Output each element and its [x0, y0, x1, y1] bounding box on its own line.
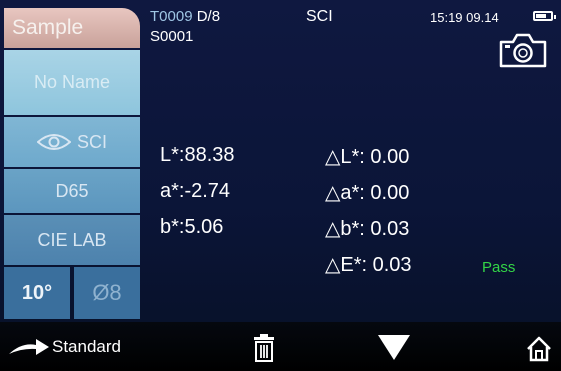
delta-e-value: △E*: 0.03 [325, 254, 412, 276]
time-label: 15:19 [430, 10, 463, 25]
sample-name-button[interactable]: No Name [4, 50, 140, 115]
delta-l-value: △L*: 0.00 [325, 146, 410, 168]
sample-tab-label: Sample [12, 16, 84, 39]
color-space-button[interactable]: CIE LAB [4, 215, 140, 265]
l-value: L*:88.38 [160, 144, 235, 166]
camera-icon[interactable] [498, 31, 548, 69]
triangle-down-icon[interactable] [377, 333, 411, 361]
battery-level [536, 14, 546, 18]
pass-status: Pass [482, 259, 516, 276]
b-value: b*:5.06 [160, 216, 224, 238]
sample-name-label: No Name [33, 72, 111, 92]
mode-indicator: SCI [306, 8, 333, 25]
delta-a-value: △a*: 0.00 [325, 182, 410, 204]
sample-tab[interactable]: Sample [4, 8, 140, 48]
geometry-label: D/8 [196, 8, 221, 25]
a-value: a*:-2.74 [160, 180, 231, 202]
eye-icon [36, 134, 71, 150]
battery-icon [533, 11, 556, 21]
aperture-label: Ø8 [92, 280, 122, 305]
illuminant-button[interactable]: D65 [4, 169, 140, 213]
date-label: 09.14 [466, 10, 499, 25]
measurement-mode-button[interactable]: SCI [4, 117, 140, 167]
standard-button-label: Standard [52, 337, 121, 356]
arrow-right-icon [9, 339, 49, 355]
clock: 15:19 09.14 [430, 10, 499, 25]
sidebar: Sample No Name SCI D65 CIE LAB 10° Ø8 [0, 0, 145, 322]
observer-angle-button[interactable]: 10° [4, 267, 70, 319]
illuminant-label: D65 [55, 180, 89, 201]
color-space-label: CIE LAB [37, 229, 107, 250]
delta-b-value: △b*: 0.03 [325, 218, 410, 240]
sample-id: S0001 [150, 28, 194, 45]
instrument-screen: Sample No Name SCI D65 CIE LAB 10° Ø8 T0… [0, 0, 561, 371]
trash-icon[interactable] [252, 334, 276, 362]
home-icon[interactable] [526, 336, 552, 362]
standard-id-header: T0009 D/8 [150, 8, 220, 25]
aperture-button[interactable]: Ø8 [74, 267, 140, 319]
observer-angle-label: 10° [21, 281, 53, 304]
measurement-mode-label: SCI [76, 131, 107, 152]
standard-button[interactable]: Standard [8, 334, 121, 360]
standard-id: T0009 [150, 8, 193, 25]
